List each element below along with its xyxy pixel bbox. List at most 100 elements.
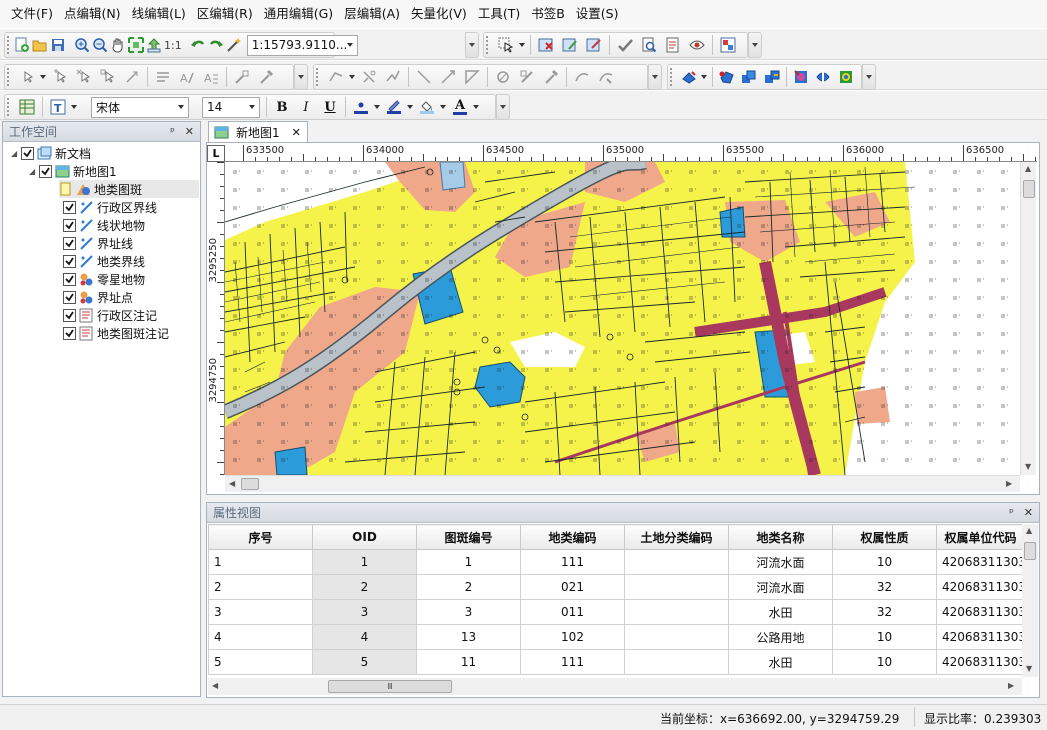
- menu-settings[interactable]: 设置(S): [571, 3, 624, 25]
- line-param-icon[interactable]: [516, 66, 538, 88]
- table-cell[interactable]: 11: [416, 649, 521, 675]
- table-row[interactable]: 3 3 3 011 水田 32 42068311303: [208, 599, 1022, 625]
- move-point-dropdown[interactable]: [39, 66, 46, 88]
- open-folder-icon[interactable]: [32, 34, 48, 56]
- table-cell[interactable]: [624, 549, 729, 575]
- zoom-out-icon[interactable]: [92, 34, 108, 56]
- tree-checkbox[interactable]: [63, 272, 76, 286]
- tree-checkbox[interactable]: [63, 290, 76, 304]
- select-dropdown[interactable]: [518, 34, 525, 56]
- text-align-icon[interactable]: A: [200, 66, 222, 88]
- menu-bookmark[interactable]: 书签B: [526, 3, 570, 25]
- toolbar-options-dropdown[interactable]: [496, 94, 510, 120]
- full-extent-icon[interactable]: [128, 34, 144, 56]
- move-point-icon[interactable]: [16, 66, 38, 88]
- bold-button[interactable]: B: [271, 96, 293, 118]
- table-cell[interactable]: 42068311303: [936, 649, 1022, 675]
- table-cell[interactable]: 32: [832, 599, 937, 625]
- toolbar-options-dropdown[interactable]: [648, 64, 662, 90]
- map-horizontal-scrollbar[interactable]: ◀ ▶: [225, 475, 1020, 492]
- table-cell[interactable]: 1: [416, 549, 521, 575]
- table-cell[interactable]: 102: [520, 624, 625, 650]
- tree-map[interactable]: ◢ 新地图1: [29, 162, 117, 180]
- table-cell[interactable]: 河流水面: [728, 574, 833, 600]
- table-row[interactable]: 1 1 1 111 河流水面 10 42068311303: [208, 549, 1022, 575]
- toolbar-grip[interactable]: [7, 98, 11, 116]
- add-point-icon[interactable]: [49, 66, 71, 88]
- table-cell[interactable]: 5: [312, 649, 417, 675]
- tree-layer[interactable]: 地类界线: [63, 252, 145, 270]
- table-cell[interactable]: 011: [520, 599, 625, 625]
- table-cell[interactable]: 13: [416, 624, 521, 650]
- table-cell[interactable]: [624, 599, 729, 625]
- close-icon[interactable]: ✕: [1024, 506, 1033, 519]
- table-cell[interactable]: 3: [416, 599, 521, 625]
- ruler-corner[interactable]: L: [207, 145, 225, 162]
- tree-layer[interactable]: 行政区注记: [63, 306, 157, 324]
- collapse-icon[interactable]: ◢: [29, 167, 39, 176]
- pan-hand-icon[interactable]: [110, 34, 126, 56]
- text-box-dropdown[interactable]: [70, 96, 77, 118]
- input-line-icon[interactable]: [325, 66, 347, 88]
- collapse-icon[interactable]: ◢: [11, 149, 21, 158]
- toolbar-grip[interactable]: [670, 68, 674, 86]
- validate-check-icon[interactable]: [614, 34, 636, 56]
- table-cell[interactable]: 111: [520, 549, 625, 575]
- table-cell[interactable]: 水田: [728, 599, 833, 625]
- table-cell[interactable]: 2: [416, 574, 521, 600]
- map-vertical-scrollbar[interactable]: ▲ ▼: [1020, 162, 1036, 475]
- menu-vectorize[interactable]: 矢量化(V): [406, 3, 472, 25]
- window-layout-icon[interactable]: [717, 34, 739, 56]
- report-icon[interactable]: [662, 34, 684, 56]
- edit-attribute-icon[interactable]: [559, 34, 581, 56]
- zoom-in-icon[interactable]: [74, 34, 90, 56]
- table-grid-icon[interactable]: [16, 96, 38, 118]
- map-canvas[interactable]: [225, 162, 1020, 475]
- merge-region-icon[interactable]: [761, 66, 781, 88]
- toolbar-options-dropdown[interactable]: [465, 32, 479, 58]
- table-cell[interactable]: 021: [520, 574, 625, 600]
- tree-root[interactable]: ◢ 新文档: [11, 144, 91, 162]
- table-row[interactable]: 2 2 2 021 河流水面 32 42068311303: [208, 574, 1022, 600]
- table-cell[interactable]: 3: [312, 599, 417, 625]
- line-brush-icon[interactable]: [540, 66, 562, 88]
- toolbar-grip[interactable]: [7, 36, 9, 54]
- toolbar-options-dropdown[interactable]: [862, 64, 876, 90]
- new-document-icon[interactable]: [14, 34, 30, 56]
- edit-parameter-icon[interactable]: [583, 34, 605, 56]
- point-color-icon[interactable]: [350, 96, 372, 118]
- fill-color-dropdown[interactable]: [439, 96, 446, 118]
- table-cell[interactable]: 5: [208, 649, 313, 675]
- find-intersection-icon[interactable]: [492, 66, 514, 88]
- scroll-down-icon[interactable]: ▼: [1025, 462, 1031, 471]
- tree-checkbox[interactable]: [39, 164, 52, 178]
- line-color-icon[interactable]: [383, 96, 405, 118]
- table-cell[interactable]: 河流水面: [728, 549, 833, 575]
- table-cell[interactable]: 32: [832, 574, 937, 600]
- column-header[interactable]: OID: [312, 524, 417, 550]
- column-header[interactable]: 权属单位代码: [936, 524, 1022, 550]
- table-cell[interactable]: 1: [312, 549, 417, 575]
- edit-note-icon[interactable]: [152, 66, 174, 88]
- scroll-thumb[interactable]: [241, 478, 259, 490]
- table-cell[interactable]: 10: [832, 624, 937, 650]
- save-icon[interactable]: [50, 34, 66, 56]
- table-cell[interactable]: 4: [208, 624, 313, 650]
- join-line-icon[interactable]: [382, 66, 404, 88]
- toolbar-options-dropdown[interactable]: [294, 64, 308, 90]
- tree-checkbox[interactable]: [63, 308, 76, 322]
- table-cell[interactable]: 3: [208, 599, 313, 625]
- tree-layer[interactable]: 行政区界线: [63, 198, 157, 216]
- scroll-down-icon[interactable]: ▼: [1026, 664, 1032, 673]
- text-parameter-icon[interactable]: A: [176, 66, 198, 88]
- scroll-right-icon[interactable]: ▶: [1006, 479, 1012, 488]
- region-color-icon[interactable]: [791, 66, 811, 88]
- point-color-dropdown[interactable]: [373, 96, 380, 118]
- text-color-icon[interactable]: A: [449, 96, 471, 118]
- extend-line-icon[interactable]: [413, 66, 435, 88]
- scroll-thumb[interactable]: [1024, 542, 1036, 560]
- table-cell[interactable]: [624, 574, 729, 600]
- column-header[interactable]: 地类编码: [520, 524, 625, 550]
- tree-layer[interactable]: 线状地物: [63, 216, 145, 234]
- scroll-right-icon[interactable]: ▶: [1008, 681, 1014, 690]
